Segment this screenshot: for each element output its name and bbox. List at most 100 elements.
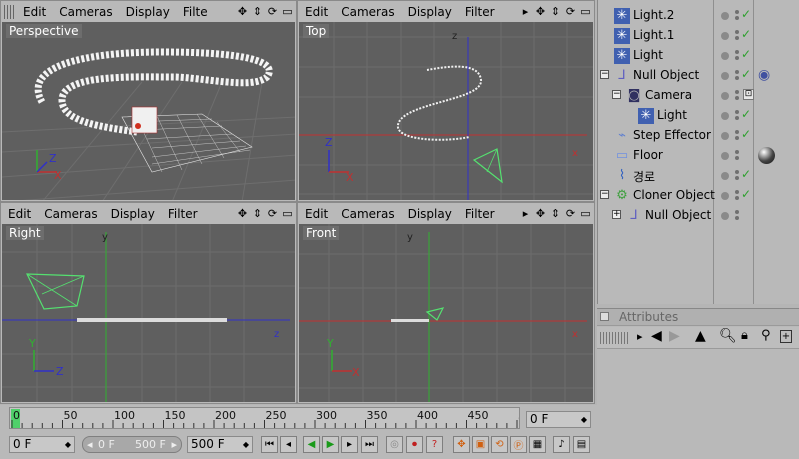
key-position-button[interactable]: ✥ — [453, 436, 470, 453]
render-dot-icon[interactable] — [735, 150, 739, 154]
render-dot-icon[interactable] — [735, 10, 739, 14]
render-dot-icon[interactable] — [735, 30, 739, 34]
object-name[interactable]: Step Effector — [633, 128, 711, 142]
target-tag-icon[interactable]: ◉ — [758, 67, 770, 83]
object-name[interactable]: Camera — [645, 88, 692, 102]
viewport-top[interactable]: Edit Cameras Display Filter ▸ ✥ ⇕ ⟳ ▭ z … — [297, 0, 595, 202]
object-row[interactable]: − ◙ Camera ⊡ — [598, 86, 799, 106]
object-name[interactable]: Floor — [633, 148, 663, 162]
render-dot-icon[interactable] — [735, 110, 739, 114]
autokey-button[interactable]: ? — [426, 436, 443, 453]
maximize-view-icon[interactable]: ▭ — [579, 207, 592, 221]
object-row[interactable]: ✳ Light ✓ — [598, 46, 799, 66]
menu-edit[interactable]: Edit — [1, 207, 39, 221]
timeline-ruler[interactable]: 0 50 100 150 200 250 300 350 400 450 50( — [9, 407, 520, 429]
viewport-canvas[interactable]: y x Y X Front — [299, 224, 593, 402]
menu-cameras[interactable]: Cameras — [336, 5, 402, 19]
render-dot-icon[interactable] — [735, 50, 739, 54]
maximize-view-icon[interactable]: ▭ — [281, 207, 294, 221]
object-name[interactable]: Null Object — [645, 208, 711, 222]
start-frame-field[interactable]: 0 F ◆ — [9, 436, 75, 453]
enabled-check-icon[interactable]: ✓ — [741, 187, 751, 201]
object-name[interactable]: Null Object — [633, 68, 699, 82]
menu-edit[interactable]: Edit — [298, 207, 336, 221]
spin-arrows-icon[interactable]: ◆ — [243, 437, 249, 452]
object-row[interactable]: − ⅃ Null Object ✓ ◉ — [598, 66, 799, 86]
panel-toggle-icon[interactable] — [600, 312, 609, 321]
render-dot-icon[interactable] — [735, 90, 739, 94]
lock-icon[interactable]: 🔒︎ — [741, 328, 748, 343]
visibility-dot-icon[interactable] — [721, 52, 729, 60]
object-row[interactable]: − ⚙ Cloner Object ✓ — [598, 186, 799, 206]
object-row[interactable]: + ⅃ Null Object — [598, 206, 799, 226]
menu-filter[interactable]: Filte — [178, 5, 216, 19]
attributes-panel[interactable]: Attributes ▸ ◀ ▶ ▲ 🔍︎ 🔒︎ ⚲ + — [597, 308, 799, 459]
viewport-canvas[interactable]: Z X Perspective — [2, 22, 295, 200]
viewport-right[interactable]: Edit Cameras Display Filter ✥ ⇕ ⟳ ▭ y z … — [0, 202, 297, 404]
camera-tag-icon[interactable]: ⊡ — [743, 89, 754, 100]
viewport-canvas[interactable]: y z Y Z Right — [2, 224, 295, 402]
menu-display[interactable]: Display — [403, 5, 460, 19]
viewport-canvas[interactable]: z x Z X Top — [299, 22, 593, 200]
visibility-dot-icon[interactable] — [721, 12, 729, 20]
object-name[interactable]: Light.2 — [633, 8, 674, 22]
object-name[interactable]: 경로 — [633, 168, 655, 185]
visibility-dot-icon[interactable] — [721, 32, 729, 40]
viewport-front[interactable]: Edit Cameras Display Filter ▸ ✥ ⇕ ⟳ ▭ y … — [297, 202, 595, 404]
object-row[interactable]: ✳ Light.2 ✓ — [598, 6, 799, 26]
object-row[interactable]: ⌁ Step Effector ✓ — [598, 126, 799, 146]
move-view-icon[interactable]: ✥ — [236, 207, 249, 221]
visibility-dot-icon[interactable] — [721, 192, 729, 200]
menu-filter[interactable]: Filter — [460, 207, 503, 221]
object-row[interactable]: ✳ Light.1 ✓ — [598, 26, 799, 46]
expand-toggle-icon[interactable]: − — [600, 70, 609, 79]
render-dot-icon[interactable] — [735, 170, 739, 174]
go-to-start-button[interactable]: ⏮ — [261, 436, 278, 453]
render-dot-icon[interactable] — [735, 210, 739, 214]
menu-display[interactable]: Display — [121, 5, 178, 19]
record-keys-button[interactable]: ⏺ — [406, 436, 423, 453]
menu-display[interactable]: Display — [403, 207, 460, 221]
zoom-view-icon[interactable]: ⇕ — [549, 207, 562, 221]
enabled-check-icon[interactable]: ✓ — [741, 127, 751, 141]
sound-button[interactable]: ♪ — [553, 436, 570, 453]
expand-toggle-icon[interactable]: − — [600, 190, 609, 199]
menu-edit[interactable]: Edit — [18, 5, 54, 19]
object-name[interactable]: Light.1 — [633, 28, 674, 42]
object-row[interactable]: ▭ Floor — [598, 146, 799, 166]
play-backward-button[interactable]: ◀ — [303, 436, 320, 453]
object-manager[interactable]: ✳ Light.2 ✓ ✳ Light.1 ✓ ✳ Light ✓ − ⅃ Null Object ✓ ◉… — [597, 0, 799, 304]
visibility-dot-icon[interactable] — [721, 132, 729, 140]
key-scale-button[interactable]: ▣ — [472, 436, 489, 453]
enabled-check-icon[interactable]: ✓ — [741, 47, 751, 61]
maximize-view-icon[interactable]: ▭ — [579, 5, 592, 19]
range-right-arrow-icon[interactable]: ▸ — [171, 438, 177, 451]
rotate-view-icon[interactable]: ⟳ — [266, 207, 279, 221]
visibility-dot-icon[interactable] — [721, 112, 729, 120]
enabled-check-icon[interactable]: ✓ — [741, 67, 751, 81]
timeline-window-button[interactable]: ▤ — [573, 436, 590, 453]
play-forward-button[interactable]: ▶ — [322, 436, 339, 453]
record-mode-button[interactable]: ◎ — [386, 436, 403, 453]
render-dot-icon[interactable] — [735, 190, 739, 194]
visibility-dot-icon[interactable] — [721, 152, 729, 160]
menu-filter[interactable]: Filter — [163, 207, 206, 221]
object-row[interactable]: ⌇ 경로 ✓ — [598, 166, 799, 186]
menu-cameras[interactable]: Cameras — [39, 207, 105, 221]
object-row[interactable]: ✳ Light ✓ — [598, 106, 799, 126]
enabled-check-icon[interactable]: ✓ — [741, 7, 751, 21]
maximize-view-icon[interactable]: ▭ — [281, 5, 294, 19]
visibility-dot-icon[interactable] — [721, 212, 729, 220]
expand-toggle-icon[interactable]: + — [612, 210, 621, 219]
zoom-view-icon[interactable]: ⇕ — [549, 5, 562, 19]
current-frame-field[interactable]: 0 F ◆ — [526, 411, 591, 428]
material-sphere-icon[interactable] — [758, 147, 775, 164]
timeline[interactable]: 0 50 100 150 200 250 300 350 400 450 50( 0 F ◆ — [0, 405, 597, 432]
move-view-icon[interactable]: ✥ — [534, 207, 547, 221]
menu-cameras[interactable]: Cameras — [336, 207, 402, 221]
key-rotation-button[interactable]: ⟲ — [491, 436, 508, 453]
menu-filter[interactable]: Filter — [460, 5, 503, 19]
zoom-view-icon[interactable]: ⇕ — [251, 5, 264, 19]
enabled-check-icon[interactable]: ✓ — [741, 107, 751, 121]
arrow-right-icon[interactable]: ▸ — [637, 330, 643, 343]
